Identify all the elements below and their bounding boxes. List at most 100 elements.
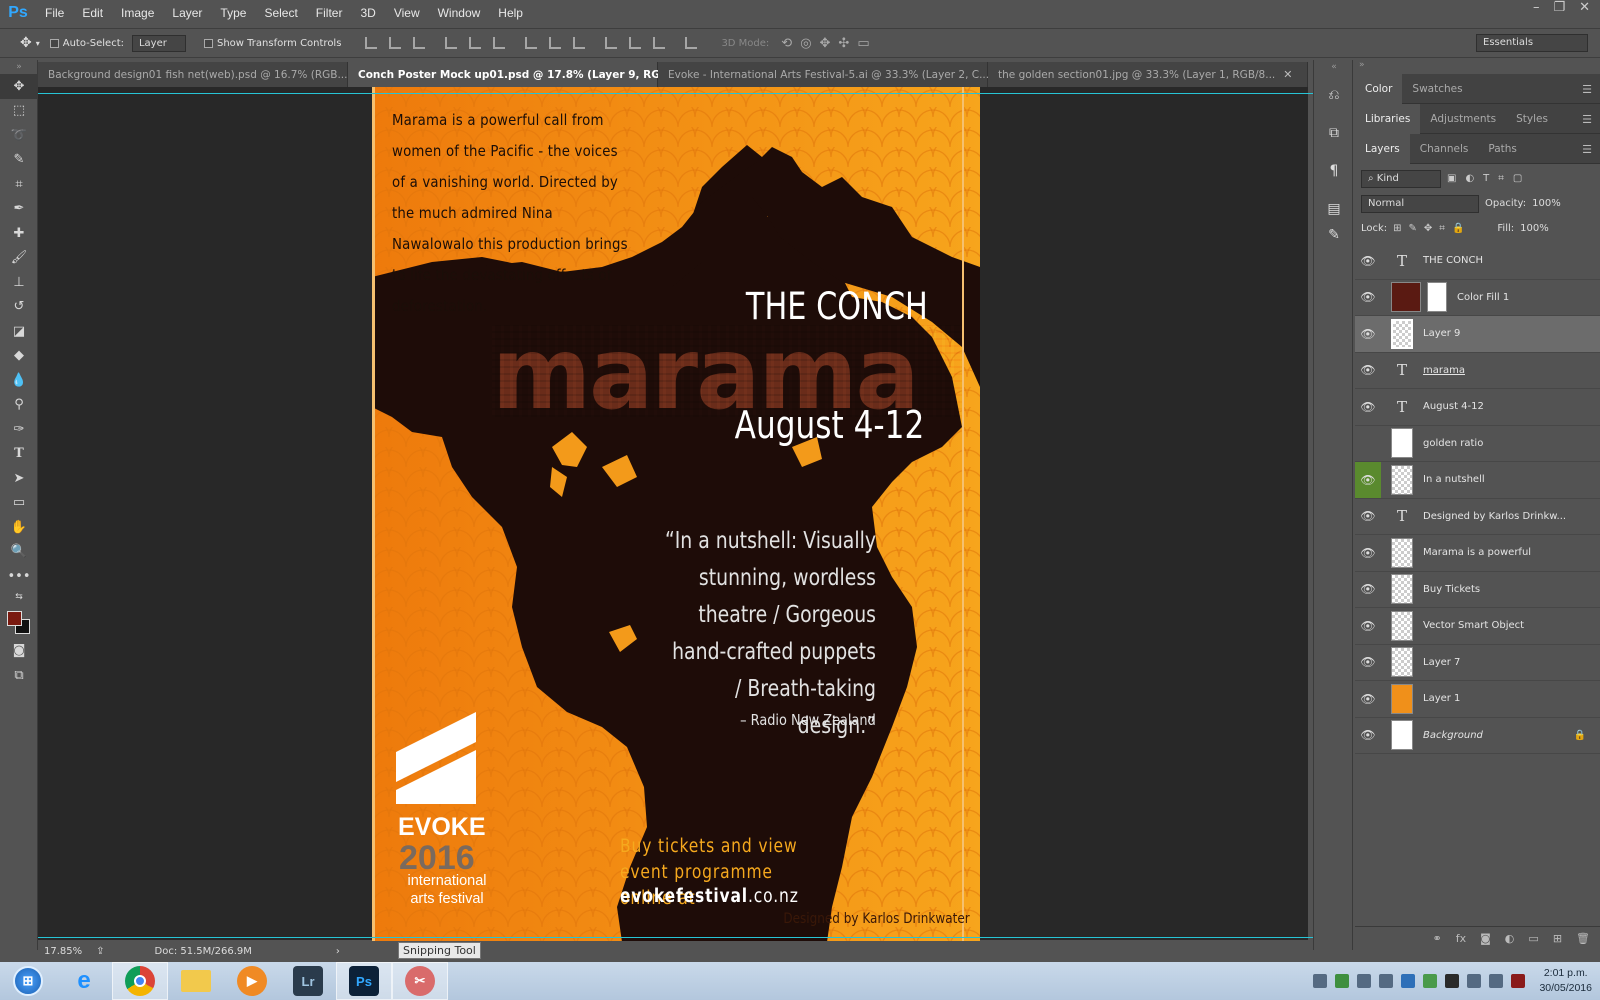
delete-layer-icon[interactable]: 🗑 (1576, 932, 1590, 945)
menu-help[interactable]: Help (489, 6, 532, 20)
start-button[interactable]: ⊞ (0, 962, 56, 1000)
layer-row-vector-smart-object[interactable]: 👁 Vector Smart Object (1355, 608, 1600, 645)
tray-app-icon[interactable] (1401, 974, 1416, 988)
collapse-toolbar-icon[interactable]: » (0, 60, 38, 74)
menu-select[interactable]: Select (255, 6, 306, 20)
layer-row-designed-by[interactable]: 👁 T Designed by Karlos Drinkw... (1355, 499, 1600, 535)
tab-styles[interactable]: Styles (1506, 104, 1558, 134)
swap-colors-icon[interactable]: ⇆ (0, 589, 38, 605)
distribute-hcenter-icon[interactable] (629, 37, 642, 49)
tab-color[interactable]: Color (1355, 73, 1403, 104)
visibility-eye-icon[interactable]: 👁 (1355, 316, 1381, 352)
taskbar-media[interactable]: ▶ (224, 962, 280, 1000)
history-brush-icon[interactable]: ↺ (0, 295, 38, 320)
new-group-icon[interactable]: ▭ (1528, 932, 1538, 945)
tray-app-icon[interactable] (1445, 974, 1460, 988)
collapse-dock-icon[interactable]: « (1314, 60, 1354, 74)
tab-channels[interactable]: Channels (1410, 134, 1479, 164)
path-select-icon[interactable]: ➤ (0, 466, 38, 491)
panel-menu-icon[interactable]: ☰ (1582, 143, 1592, 156)
menu-image[interactable]: Image (112, 6, 163, 20)
new-layer-icon[interactable]: ⊞ (1553, 932, 1562, 945)
layer-row-layer-9[interactable]: 👁 Layer 9 (1355, 316, 1600, 353)
kind-filter-dropdown[interactable]: ⌕ Kind (1361, 169, 1441, 188)
move-tool-icon[interactable]: ✥ (20, 35, 32, 51)
keyboard-icon[interactable] (1313, 974, 1328, 988)
dodge-tool-icon[interactable]: ⚲ (0, 393, 38, 418)
visibility-eye-icon[interactable]: 👁 (1355, 535, 1381, 571)
screen-mode-icon[interactable]: ⧉ (0, 663, 38, 688)
visibility-eye-icon[interactable]: 👁 (1355, 608, 1381, 644)
blur-tool-icon[interactable]: 💧 (0, 368, 38, 393)
hand-tool-icon[interactable]: ✋ (0, 515, 38, 540)
taskbar-explorer[interactable] (168, 962, 224, 1000)
eraser-tool-icon[interactable]: ◪ (0, 319, 38, 344)
volume-icon[interactable] (1511, 974, 1526, 988)
distribute-bottom-icon[interactable] (573, 37, 586, 49)
align-right-icon[interactable] (493, 37, 506, 49)
workspace-switcher[interactable]: Essentials (1476, 34, 1588, 52)
more-tools-icon[interactable]: ••• (0, 564, 38, 589)
tab-background-design[interactable]: Background design01 fish net(web).psd @ … (38, 62, 365, 87)
distribute-top-icon[interactable] (525, 37, 538, 49)
opacity-value[interactable]: 100% (1532, 198, 1561, 209)
layer-row-the-conch[interactable]: 👁 T THE CONCH (1355, 243, 1600, 280)
align-left-icon[interactable] (445, 37, 458, 49)
distribute-vcenter-icon[interactable] (549, 37, 562, 49)
auto-select-checkbox[interactable] (49, 38, 59, 48)
distribute-left-icon[interactable] (605, 37, 618, 49)
power-icon[interactable] (1489, 974, 1504, 988)
layer-row-marama[interactable]: 👁 T marama (1355, 352, 1600, 389)
history-panel-icon[interactable]: ⎌ (1314, 82, 1354, 108)
visibility-eye-icon[interactable]: 👁 (1355, 279, 1381, 315)
quick-select-tool-icon[interactable]: ✎ (0, 148, 38, 173)
menu-type[interactable]: Type (211, 6, 255, 20)
3d-mode-icons[interactable]: ⟲◎✥✣▭ (781, 36, 877, 51)
status-menu-chevron-icon[interactable]: › (336, 946, 340, 957)
color-swatches[interactable] (0, 605, 38, 639)
export-icon[interactable]: ⇪ (96, 946, 104, 957)
align-vcenter-icon[interactable] (389, 37, 402, 49)
tray-app-icon[interactable] (1379, 974, 1394, 988)
menu-layer[interactable]: Layer (163, 6, 211, 20)
lock-icons[interactable]: ⊞✎✥⌗🔒 (1393, 223, 1471, 234)
blend-mode-dropdown[interactable]: Normal (1361, 194, 1479, 213)
layer-row-color-fill[interactable]: 👁 Color Fill 1 (1355, 279, 1600, 316)
restore-button[interactable]: ❐ (1553, 0, 1565, 20)
layer-row-layer-7[interactable]: 👁 Layer 7 (1355, 645, 1600, 681)
tray-app-icon[interactable] (1357, 974, 1372, 988)
zoom-tool-icon[interactable]: 🔍 (0, 540, 38, 565)
visibility-eye-icon[interactable]: 👁 (1355, 352, 1381, 388)
foreground-color[interactable] (7, 610, 22, 626)
menu-file[interactable]: File (36, 6, 73, 20)
lasso-tool-icon[interactable]: ➰ (0, 123, 38, 148)
auto-align-icon[interactable] (685, 37, 698, 49)
align-top-icon[interactable] (365, 37, 378, 49)
stamp-tool-icon[interactable]: ⊥ (0, 270, 38, 295)
panel-menu-icon[interactable]: ☰ (1582, 113, 1592, 126)
tab-paths[interactable]: Paths (1478, 134, 1527, 164)
menu-filter[interactable]: Filter (307, 6, 352, 20)
tray-app-icon[interactable] (1423, 974, 1438, 988)
layer-row-golden-ratio[interactable]: 👁 golden ratio (1355, 426, 1600, 462)
align-hcenter-icon[interactable] (469, 37, 482, 49)
brush-tool-icon[interactable]: 🖌 (0, 246, 38, 271)
tab-adjustments[interactable]: Adjustments (1420, 104, 1506, 134)
add-mask-icon[interactable]: ◙ (1480, 932, 1491, 945)
rectangle-tool-icon[interactable]: ▭ (0, 491, 38, 516)
fill-value[interactable]: 100% (1520, 223, 1549, 234)
close-button[interactable]: ✕ (1579, 0, 1590, 20)
show-transform-checkbox[interactable] (203, 38, 213, 48)
layer-row-layer-1[interactable]: 👁 Layer 1 (1355, 681, 1600, 718)
visibility-eye-icon[interactable]: 👁 (1355, 389, 1381, 425)
filter-type-icons[interactable]: ▣◐T⌗▢ (1447, 173, 1531, 184)
close-tab-icon[interactable]: ✕ (1283, 68, 1292, 81)
properties-panel-icon[interactable]: ⧉ (1314, 120, 1354, 146)
layer-row-marama-powerful[interactable]: 👁 Marama is a powerful (1355, 535, 1600, 572)
tab-layers[interactable]: Layers (1355, 133, 1410, 164)
guide-line-bottom[interactable] (38, 937, 1313, 938)
visibility-eye-icon[interactable]: 👁 (1355, 571, 1381, 607)
marquee-tool-icon[interactable]: ⬚ (0, 99, 38, 124)
adjustment-layer-icon[interactable]: ◐ (1505, 932, 1515, 945)
distribute-right-icon[interactable] (653, 37, 666, 49)
